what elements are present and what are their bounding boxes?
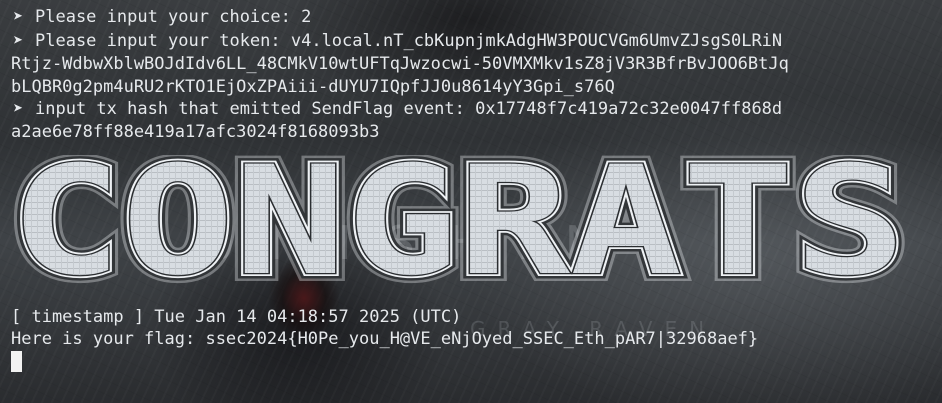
token-prompt-line: ➤ Please input your token: v4.local.nT_cb… [11, 30, 782, 52]
terminal-cursor [11, 351, 22, 372]
prompt-arrow-icon: ➤ [13, 31, 24, 51]
background-watermark: PUNISHING [140, 216, 703, 270]
flag-line: Here is your flag: ssec2024{H0Pe_you_H@V… [11, 329, 759, 349]
tx-hash-continuation-line: a2ae6e78ff88e419a17afc3024f8168093b3 [11, 122, 380, 142]
token-prompt-text: Please input your token: v4.local.nT_cbK… [35, 31, 783, 51]
congrats-banner: CONGRATS CONGRATS CONGRATS CONGRATS CONG… [8, 155, 914, 295]
banner-fill: CONGRATS [10, 155, 906, 295]
choice-prompt-line: ➤ Please input your choice: 2 [11, 6, 311, 28]
prompt-arrow-icon: ➤ [13, 99, 24, 119]
prompt-arrow-icon: ➤ [13, 7, 24, 27]
token-continuation-line-1: Rtjz-WdbwXblwBOJdIdv6LL_48CMkV10wtUFTqJw… [11, 54, 789, 74]
banner-outline-outer: CONGRATS [10, 155, 906, 295]
tx-hash-prompt-text: input tx hash that emitted SendFlag even… [35, 99, 783, 119]
tx-hash-prompt-line: ➤ input tx hash that emitted SendFlag eve… [11, 98, 782, 120]
timestamp-line: [ timestamp ] Tue Jan 14 04:18:57 2025 (… [11, 307, 462, 327]
banner-outline-middle: CONGRATS [10, 155, 906, 295]
banner-outline-inner: CONGRATS [10, 155, 906, 295]
token-continuation-line-2: bLQBR0g2pm4uRU2rKTO1EjOxZPAiii-dUYU7IQpf… [11, 77, 615, 97]
choice-prompt-text: Please input your choice: 2 [35, 7, 312, 27]
terminal-window[interactable]: PUNISHING GRAY RAVEN ➤ Please input your … [0, 0, 942, 403]
banner-outline-gap: CONGRATS [10, 155, 906, 295]
